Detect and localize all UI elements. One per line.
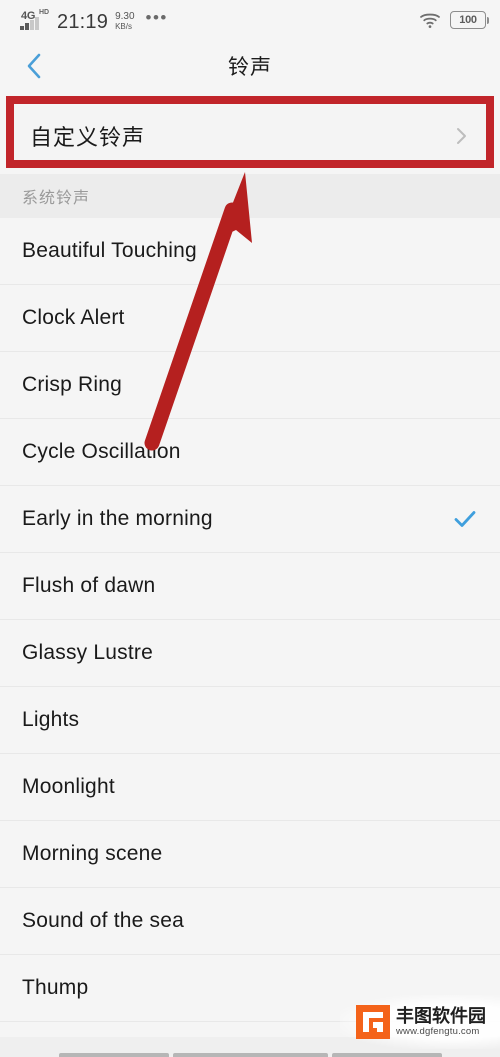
fengtu-logo-icon	[356, 1005, 390, 1039]
battery-level-label: 100	[459, 14, 477, 26]
status-overflow-dots-icon: •••	[145, 7, 168, 27]
phone-screen: 4G HD 21:19 9.30 KB/s ••• 100 铃声 自定义铃声 系…	[0, 0, 500, 1057]
ringtone-name: Clock Alert	[22, 306, 125, 329]
ringtone-name: Glassy Lustre	[22, 641, 153, 664]
ringtone-name: Crisp Ring	[22, 373, 123, 396]
network-type-label: 4G	[21, 9, 36, 22]
network-speed-indicator: 9.30 KB/s	[115, 10, 135, 33]
network-speed-value: 9.30	[115, 10, 135, 22]
back-button[interactable]	[18, 50, 50, 82]
ringtone-name: Flush of dawn	[22, 574, 156, 597]
status-bar-left: 4G HD 21:19 9.30 KB/s •••	[14, 8, 168, 33]
nav-segment-home[interactable]	[172, 1053, 328, 1057]
nav-segment-back[interactable]	[58, 1053, 169, 1057]
network-speed-unit: KB/s	[115, 21, 132, 31]
ringtone-name: Cycle Oscillation	[22, 440, 181, 463]
ringtone-name: Beautiful Touching	[22, 239, 197, 262]
system-ringtones-header: 系统铃声	[0, 174, 500, 218]
chevron-right-icon	[457, 128, 466, 144]
network-hd-label: HD	[39, 8, 50, 16]
status-bar-right: 100	[419, 11, 489, 29]
list-item[interactable]: Morning scene	[0, 821, 500, 888]
list-item[interactable]: Cycle Oscillation	[0, 419, 500, 486]
ringtone-name: Sound of the sea	[22, 909, 184, 932]
custom-ringtone-label: 自定义铃声	[30, 125, 146, 150]
list-item[interactable]: Clock Alert	[0, 285, 500, 352]
list-item[interactable]: Beautiful Touching	[0, 218, 500, 285]
cellular-signal-icon: 4G HD	[14, 9, 50, 33]
list-item[interactable]: Sound of the sea	[0, 888, 500, 955]
list-item[interactable]: Lights	[0, 687, 500, 754]
ringtone-name: Morning scene	[22, 842, 163, 865]
list-item[interactable]: Moonlight	[0, 754, 500, 821]
settings-content: 自定义铃声 系统铃声 Beautiful Touching Clock Aler…	[0, 92, 500, 1052]
system-ringtones-header-label: 系统铃声	[22, 190, 91, 207]
check-icon	[454, 511, 476, 527]
ringtone-name: Thump	[22, 976, 89, 999]
custom-ringtone-row[interactable]: 自定义铃声	[14, 106, 486, 166]
page-title: 铃声	[228, 56, 272, 79]
ringtone-list: Beautiful Touching Clock Alert Crisp Rin…	[0, 218, 500, 1052]
wifi-icon	[420, 13, 440, 29]
status-bar-clock: 21:19	[57, 10, 109, 33]
list-item-selected[interactable]: Early in the morning	[0, 486, 500, 553]
watermark-url: www.dgfengtu.com	[396, 1026, 480, 1038]
list-item[interactable]: Glassy Lustre	[0, 620, 500, 687]
watermark: 丰图软件园 www.dgfengtu.com	[340, 995, 500, 1049]
ringtone-name: Lights	[22, 708, 80, 731]
status-bar: 4G HD 21:19 9.30 KB/s ••• 100	[0, 0, 500, 40]
watermark-title: 丰图软件园	[396, 1005, 486, 1026]
watermark-text: 丰图软件园 www.dgfengtu.com	[396, 1005, 486, 1038]
chevron-left-icon	[27, 53, 41, 79]
app-bar: 铃声	[0, 40, 500, 92]
list-item[interactable]: Crisp Ring	[0, 352, 500, 419]
nav-segment-recents[interactable]	[331, 1053, 442, 1057]
ringtone-name: Early in the morning	[22, 507, 213, 530]
ringtone-name: Moonlight	[22, 775, 115, 798]
custom-ringtone-section: 自定义铃声	[0, 92, 500, 174]
battery-indicator: 100	[450, 11, 489, 29]
list-item[interactable]: Flush of dawn	[0, 553, 500, 620]
